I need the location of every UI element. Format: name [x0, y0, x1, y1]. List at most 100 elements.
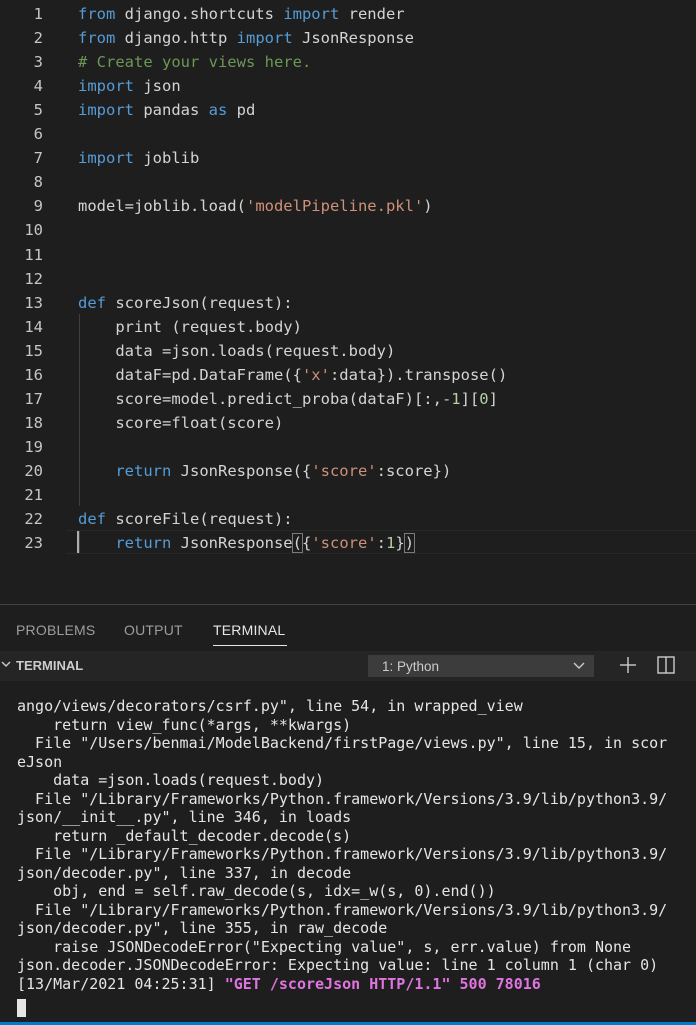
code-token: :score})	[376, 461, 452, 480]
terminal-line: raise JSONDecodeError("Expecting value",…	[17, 937, 632, 956]
access-log-line: [13/Mar/2021 04:25:31] "GET /scoreJson H…	[17, 975, 693, 994]
terminal-section-title[interactable]: TERMINAL	[16, 658, 83, 673]
line-number: 12	[24, 269, 43, 288]
code-token: JsonResponse	[171, 534, 293, 553]
code-token: ]	[488, 389, 498, 408]
code-token: }	[395, 534, 405, 553]
line-number: 3	[33, 53, 43, 72]
text-cursor	[77, 531, 79, 553]
line-number: 13	[24, 293, 43, 312]
code-text: def scoreFile(request):	[78, 507, 293, 531]
code-token: return	[115, 534, 172, 553]
code-editor[interactable]: 1 from django.shortcuts import render 2 fro…	[0, 0, 696, 604]
code-token: JsonResponse({	[171, 461, 312, 480]
code-line[interactable]: 4 import json	[0, 74, 696, 98]
code-line[interactable]: 11	[0, 243, 696, 267]
code-token: pandas	[134, 101, 209, 120]
code-text: score=float(score)	[78, 411, 283, 435]
code-token: 'modelPipeline.pkl'	[245, 197, 424, 216]
code-token: def	[78, 510, 106, 529]
code-line[interactable]: 8	[0, 170, 696, 194]
code-text: from django.shortcuts import render	[78, 2, 405, 26]
code-text: import json	[78, 74, 181, 98]
code-token: scoreJson(request):	[106, 293, 293, 312]
code-token: from	[78, 5, 116, 23]
terminal-cursor	[17, 999, 26, 1017]
code-token: json	[134, 77, 181, 96]
split-terminal-icon[interactable]	[656, 655, 676, 675]
chevron-down-icon[interactable]	[0, 657, 14, 671]
terminal-line: json/decoder.py", line 337, in decode	[17, 863, 352, 882]
code-line[interactable]: 17 score=model.predict_proba(dataF)[:,-1…	[0, 387, 696, 411]
line-number: 11	[24, 245, 43, 264]
code-token: score=model.predict_proba(dataF)[:,	[78, 389, 442, 408]
code-token: (	[291, 533, 304, 554]
terminal-line: File "/Library/Frameworks/Python.framewo…	[17, 789, 668, 808]
code-token: score=float(score)	[78, 413, 284, 432]
code-text: from django.http import JsonResponse	[78, 26, 414, 50]
code-line[interactable]: 20 return JsonResponse({'score':score})	[0, 459, 696, 483]
terminal-line: File "/Library/Frameworks/Python.framewo…	[17, 900, 668, 919]
code-token: 'score'	[311, 534, 377, 553]
new-terminal-plus-icon[interactable]	[618, 655, 638, 675]
access-log-timestamp: [13/Mar/2021 04:25:31]	[17, 974, 216, 993]
code-token: 1	[386, 534, 396, 553]
terminal-output[interactable]: ango/views/decorators/csrf.py", line 54,…	[17, 697, 693, 993]
code-line[interactable]: 18 score=float(score)	[0, 411, 696, 435]
tab-output[interactable]: OUTPUT	[124, 622, 183, 638]
code-line[interactable]: 7 import joblib	[0, 146, 696, 170]
code-line[interactable]: 23 return JsonResponse({'score':1})	[0, 531, 696, 555]
code-line[interactable]: 19	[0, 435, 696, 459]
code-text: import pandas as pd	[78, 98, 255, 122]
code-text: # Create your views here.	[78, 50, 311, 74]
code-token: django.shortcuts	[115, 5, 284, 23]
code-text: data =json.loads(request.body)	[78, 339, 395, 363]
code-line[interactable]: 5 import pandas as pd	[0, 98, 696, 122]
code-token: 'x'	[301, 365, 330, 384]
line-number: 5	[33, 101, 43, 120]
code-text: return JsonResponse({'score':1})	[78, 531, 416, 555]
access-log-request: "GET /scoreJson HTTP/1.1" 500 78016	[224, 974, 541, 993]
tab-terminal[interactable]: TERMINAL	[213, 622, 285, 638]
code-token: render	[339, 5, 405, 23]
active-tab-indicator	[213, 645, 287, 646]
code-line[interactable]: 14 print (request.body)	[0, 315, 696, 339]
code-line[interactable]: 6	[0, 122, 696, 146]
code-line[interactable]: 13 def scoreJson(request):	[0, 291, 696, 315]
code-token: 0	[479, 389, 489, 408]
code-line[interactable]: 22 def scoreFile(request):	[0, 507, 696, 531]
code-text: def scoreJson(request):	[78, 291, 293, 315]
line-number: 9	[33, 197, 43, 216]
code-text: dataF=pd.DataFrame({'x':data}).transpose…	[78, 363, 507, 387]
code-token: data =json.loads(request.body)	[78, 341, 396, 360]
terminal-select[interactable]: 1: Python	[368, 655, 594, 677]
code-line[interactable]: 16 dataF=pd.DataFrame({'x':data}).transp…	[0, 363, 696, 387]
terminal-line: File "/Users/benmai/ModelBackend/firstPa…	[17, 734, 668, 752]
line-number: 16	[24, 365, 43, 384]
code-token: dataF=pd.DataFrame({	[78, 365, 302, 384]
code-line[interactable]: 12	[0, 267, 696, 291]
code-line[interactable]: 9 model=joblib.load('modelPipeline.pkl')	[0, 194, 696, 218]
code-line[interactable]: 15 data =json.loads(request.body)	[0, 339, 696, 363]
code-token: :data}).transpose()	[329, 365, 508, 384]
chevron-down-icon	[573, 662, 585, 669]
code-token: JsonResponse	[292, 29, 414, 48]
line-number: 2	[33, 29, 43, 48]
line-number: 14	[24, 317, 43, 336]
terminal-line: return view_func(*args, **kwargs)	[17, 715, 352, 734]
terminal-header: TERMINAL 1: Python	[0, 651, 696, 681]
line-number: 18	[24, 413, 43, 432]
tab-problems[interactable]: PROBLEMS	[16, 622, 95, 638]
code-token: 'score'	[311, 461, 377, 480]
line-number: 8	[33, 173, 43, 192]
code-line[interactable]: 1 from django.shortcuts import render	[0, 2, 696, 26]
code-token: model=joblib.load(	[78, 197, 246, 216]
code-line[interactable]: 3 # Create your views here.	[0, 50, 696, 74]
code-line[interactable]: 2 from django.http import JsonResponse	[0, 26, 696, 50]
code-line[interactable]: 21	[0, 483, 696, 507]
terminal-line: json/decoder.py", line 355, in raw_decod…	[17, 919, 388, 937]
code-token: # Create your views here.	[78, 53, 312, 72]
code-line[interactable]: 10	[0, 218, 696, 242]
code-token: from	[78, 29, 116, 48]
